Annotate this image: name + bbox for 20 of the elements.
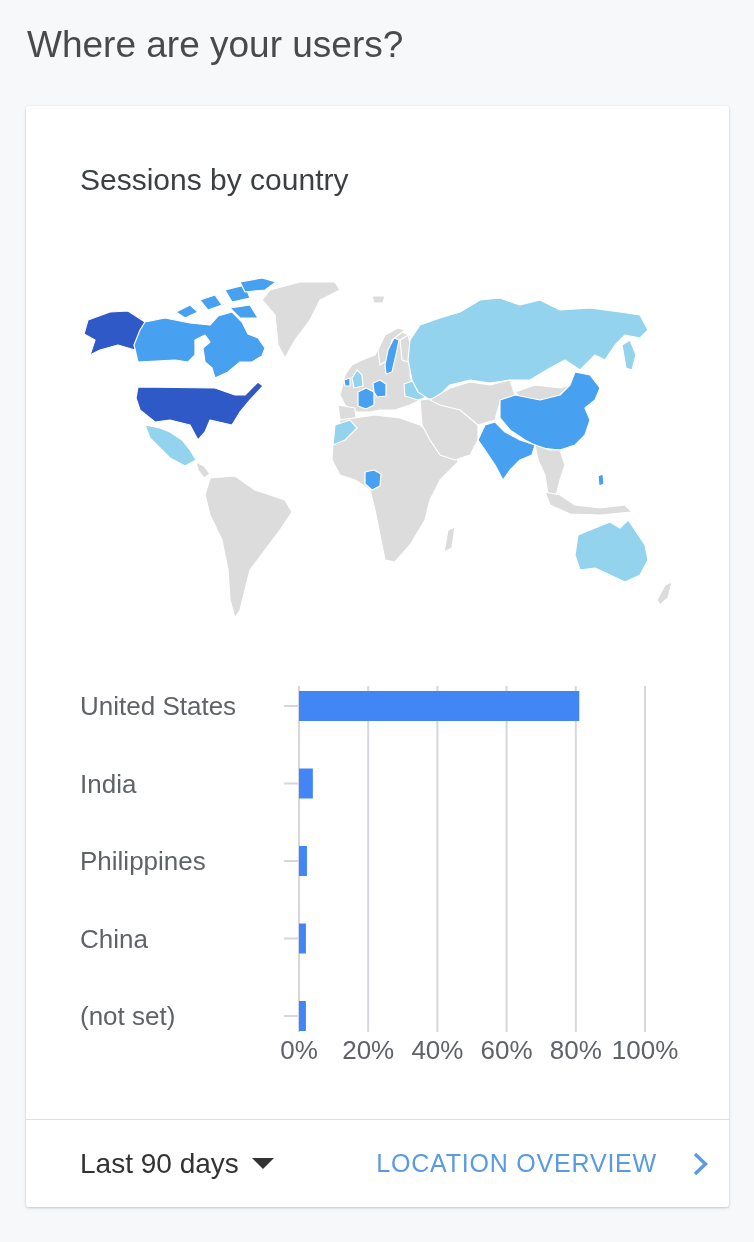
axis-tick-label: 100%	[611, 1035, 679, 1065]
axis-tick-label: 80%	[549, 1035, 602, 1065]
bar	[299, 923, 306, 954]
chevron-right-icon	[693, 1151, 708, 1176]
bar	[299, 768, 313, 799]
category-label: India	[80, 768, 137, 799]
axis-tick-label: 0%	[280, 1035, 318, 1065]
bar	[299, 846, 307, 876]
category-label: China	[80, 923, 148, 954]
category-label: (not set)	[80, 1001, 176, 1031]
category-label: Philippines	[80, 846, 206, 876]
axis-tick-label: 40%	[411, 1035, 464, 1065]
axis-tick-label: 60%	[480, 1035, 533, 1065]
section-title: Where are your users?	[27, 23, 404, 67]
card-title: Sessions by country	[80, 163, 349, 197]
caret-down-icon	[251, 1158, 274, 1169]
bar	[299, 1001, 306, 1031]
axis-tick-label: 20%	[342, 1035, 395, 1065]
date-range-dropdown[interactable]: Last 90 days	[80, 1147, 274, 1180]
category-label: United States	[80, 691, 237, 721]
